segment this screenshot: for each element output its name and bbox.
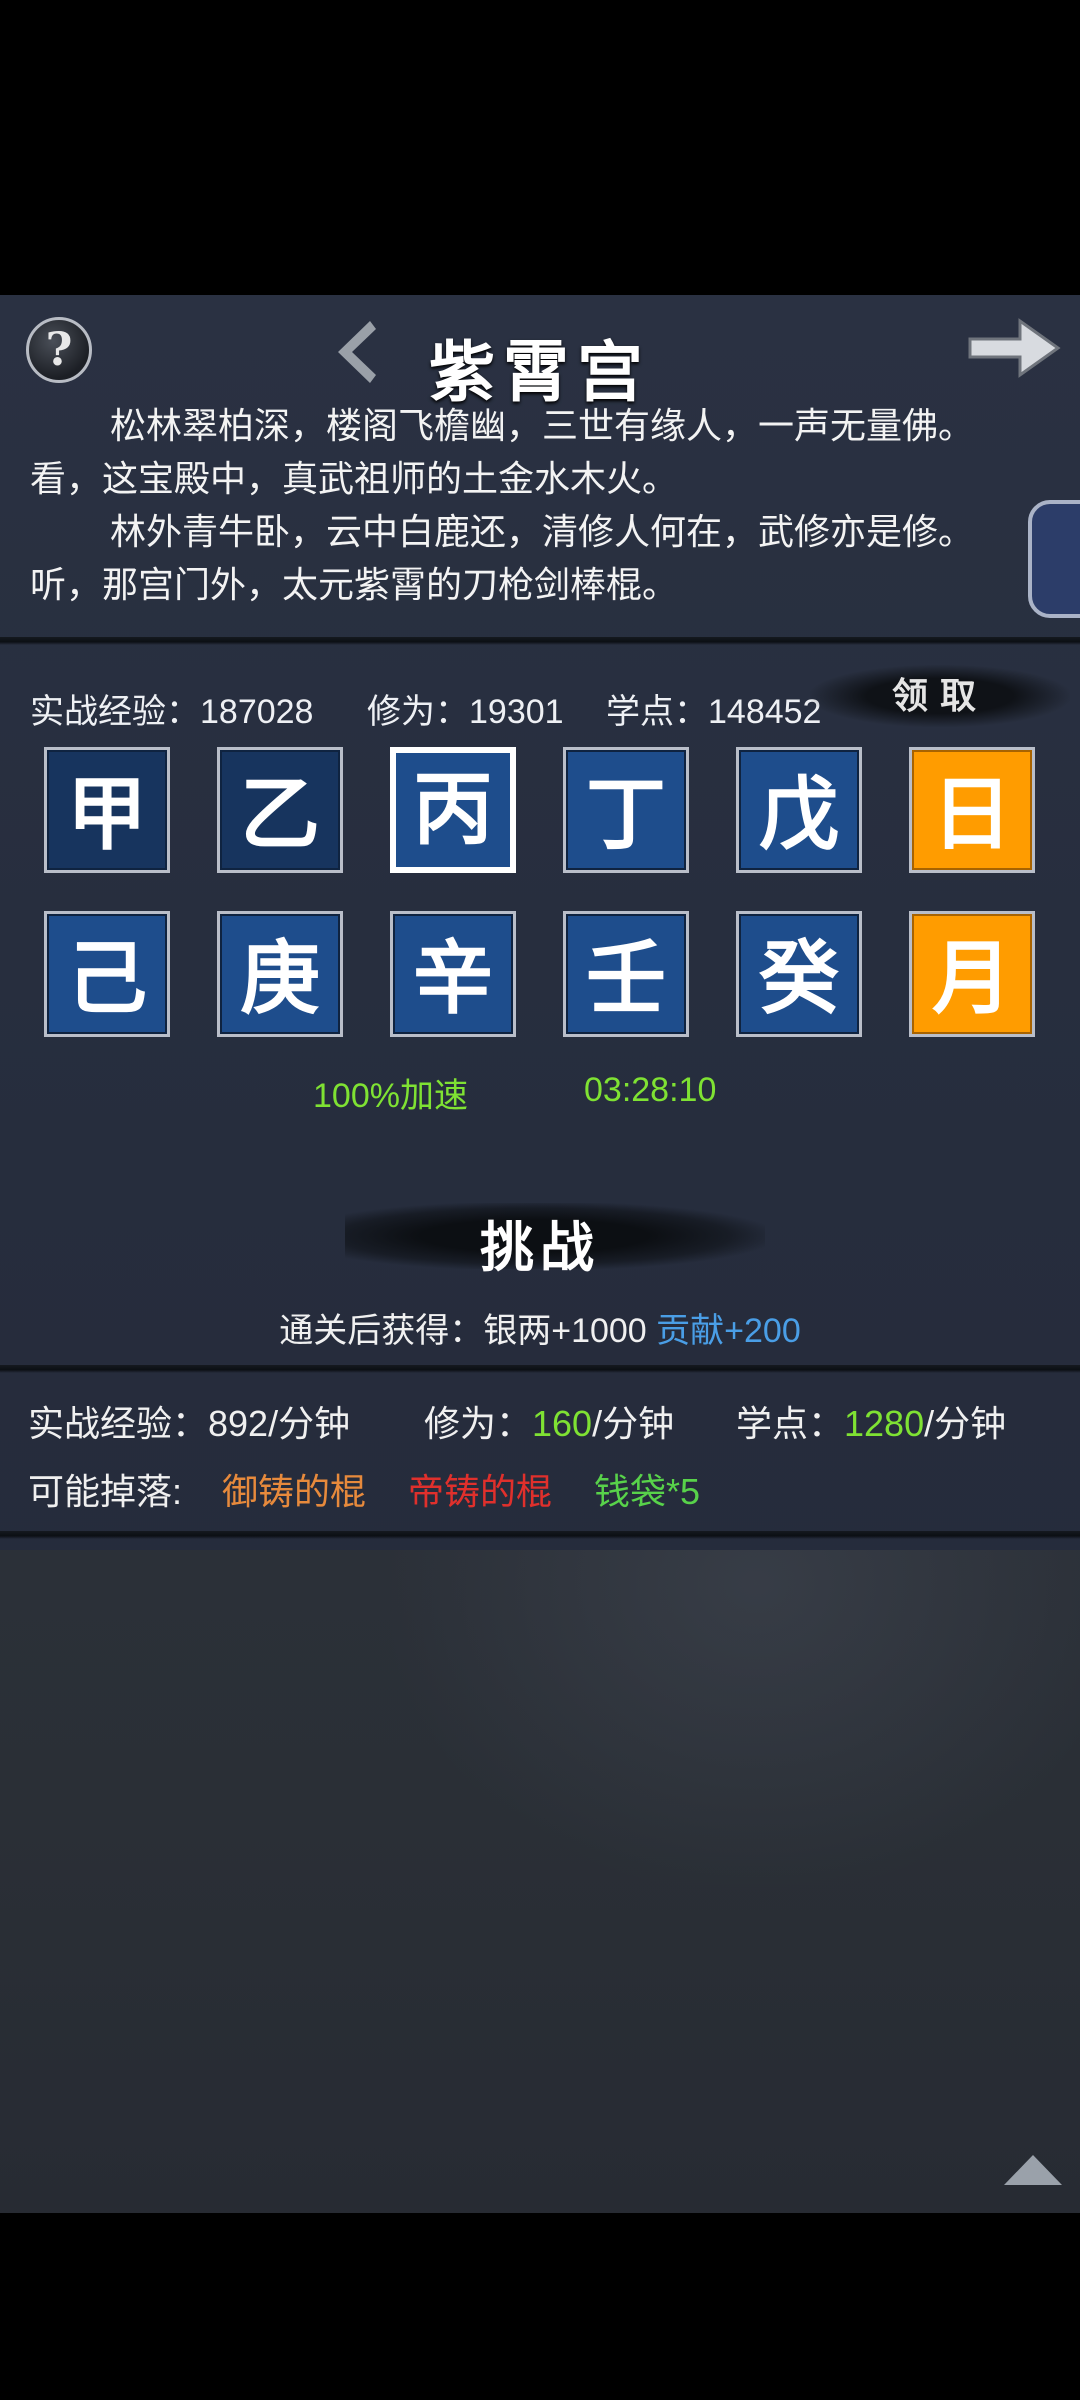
points-stat: 学点：148452 <box>606 693 822 731</box>
sun-tile[interactable]: 日 <box>909 747 1035 873</box>
divider <box>0 1365 1080 1373</box>
stem-tile[interactable]: 丁 <box>563 747 689 873</box>
cultivation-rate-label: 修为： <box>424 1403 533 1444</box>
arrow-right-icon <box>968 318 1061 378</box>
intro-paragraph-1: 松林翠柏深，楼阁飞檐幽，三世有缘人，一声无量佛。看，这宝殿中，真武祖师的土金水木… <box>30 405 975 499</box>
drop-item-2[interactable]: 帝铸的棍 <box>408 1463 552 1515</box>
stem-tile[interactable]: 己 <box>44 911 170 1037</box>
intro-paragraph-2: 林外青牛卧，云中白鹿还，清修人何在，武修亦是修。听，那宫门外，太元紫霄的刀枪剑棒… <box>30 511 975 605</box>
stem-tile[interactable]: 庚 <box>217 911 343 1037</box>
next-button[interactable] <box>966 315 1062 381</box>
countdown-timer: 03:28:10 <box>584 1071 717 1109</box>
stem-tile[interactable]: 戊 <box>736 747 862 873</box>
contribution-reward: 贡献+200 <box>656 1312 801 1350</box>
reward-line: 通关后获得：银两+1000 贡献+200 <box>0 1303 1080 1352</box>
points-rate-label: 学点： <box>736 1403 845 1444</box>
stem-tile[interactable]: 乙 <box>217 747 343 873</box>
cultivation-rate-value: 160 <box>532 1403 593 1444</box>
drop-label: 可能掉落: <box>28 1471 183 1512</box>
side-badge[interactable] <box>1028 500 1080 618</box>
drop-item-1[interactable]: 御铸的棍 <box>222 1463 366 1515</box>
divider <box>0 1531 1080 1539</box>
challenge-button[interactable]: 挑战 <box>0 1203 1080 1282</box>
triangle-up-icon <box>1004 2155 1062 2185</box>
divider <box>0 637 1080 645</box>
stem-tile-selected[interactable]: 丙 <box>390 747 516 873</box>
exp-stat: 实战经验：187028 <box>30 693 314 731</box>
stem-tile[interactable]: 辛 <box>390 911 516 1037</box>
app-screen: ? 紫霄宫 松林翠柏深，楼阁飞檐幽，三世有缘人，一声无量佛。看，这宝殿中，真武祖… <box>0 295 1080 2213</box>
scroll-top-button[interactable] <box>1000 2151 1066 2191</box>
speed-boost-text: 100%加速 <box>313 1077 468 1115</box>
reward-text: 通关后获得：银两+1000 <box>279 1312 657 1350</box>
points-rate-unit: /分钟 <box>924 1403 1007 1444</box>
stem-tile[interactable]: 癸 <box>736 911 862 1037</box>
cultivation-stat: 修为：19301 <box>367 693 564 731</box>
stem-tile[interactable]: 甲 <box>44 747 170 873</box>
claim-button[interactable]: 领取 <box>810 665 1070 727</box>
cultivation-rate: 修为：160/分钟 <box>424 1395 674 1447</box>
points-rate: 学点：1280/分钟 <box>736 1395 1006 1447</box>
drop-item-3[interactable]: 钱袋*5 <box>594 1463 700 1515</box>
exp-rate: 实战经验：892/分钟 <box>28 1403 351 1444</box>
cultivation-rate-unit: /分钟 <box>592 1403 675 1444</box>
moon-tile[interactable]: 月 <box>909 911 1035 1037</box>
lower-background-area <box>0 1550 1080 2213</box>
stem-tile[interactable]: 壬 <box>563 911 689 1037</box>
points-rate-value: 1280 <box>844 1403 925 1444</box>
intro-text: 松林翠柏深，楼阁飞檐幽，三世有缘人，一声无量佛。看，这宝殿中，真武祖师的土金水木… <box>30 399 980 611</box>
